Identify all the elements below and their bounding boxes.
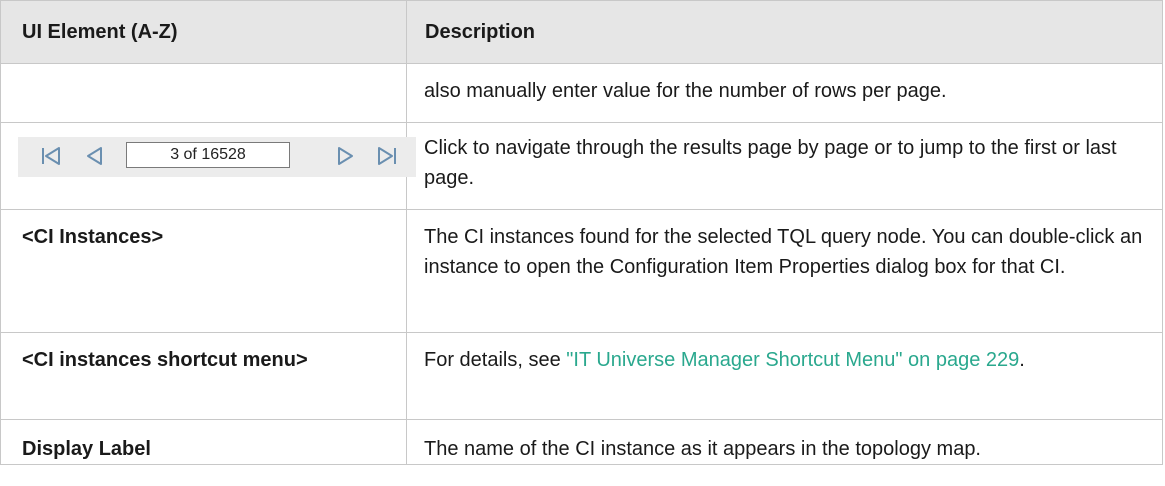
first-page-icon[interactable] — [38, 143, 64, 169]
table-row: also manually enter value for the number… — [0, 63, 1163, 123]
header-ui-element: UI Element (A-Z) — [0, 0, 407, 64]
row-element-cell: Display Label — [0, 419, 407, 465]
description-text: . — [1019, 349, 1025, 371]
next-page-icon[interactable] — [332, 143, 358, 169]
row-description-cell: Click to navigate through the results pa… — [406, 122, 1163, 210]
table-row: <CI instances shortcut menu> For details… — [0, 332, 1163, 420]
previous-page-icon[interactable] — [82, 143, 108, 169]
table-row: <CI Instances> The CI instances found fo… — [0, 209, 1163, 333]
row-description-cell: The name of the CI instance as it appear… — [406, 419, 1163, 465]
row-description-cell: The CI instances found for the selected … — [406, 209, 1163, 333]
table-row: 3 of 16528 Click to navigate through the… — [0, 122, 1163, 210]
row-description-cell: also manually enter value for the number… — [406, 63, 1163, 123]
shortcut-menu-link[interactable]: "IT Universe Manager Shortcut Menu" on p… — [566, 349, 1019, 371]
header-description: Description — [406, 0, 1163, 64]
description-text: For details, see — [424, 349, 567, 371]
table-row: Display Label The name of the CI instanc… — [0, 419, 1163, 465]
row-description-cell: For details, see "IT Universe Manager Sh… — [406, 332, 1163, 420]
ui-elements-table: UI Element (A-Z) Description also manual… — [0, 0, 1163, 465]
table-header-row: UI Element (A-Z) Description — [0, 0, 1163, 64]
row-element-cell — [0, 63, 407, 123]
pagination-widget: 3 of 16528 — [18, 137, 416, 177]
row-element-cell: 3 of 16528 — [0, 122, 416, 210]
last-page-icon[interactable] — [374, 143, 400, 169]
page-number-field[interactable]: 3 of 16528 — [126, 142, 290, 168]
row-element-cell: <CI Instances> — [0, 209, 407, 333]
row-element-cell: <CI instances shortcut menu> — [0, 332, 407, 420]
